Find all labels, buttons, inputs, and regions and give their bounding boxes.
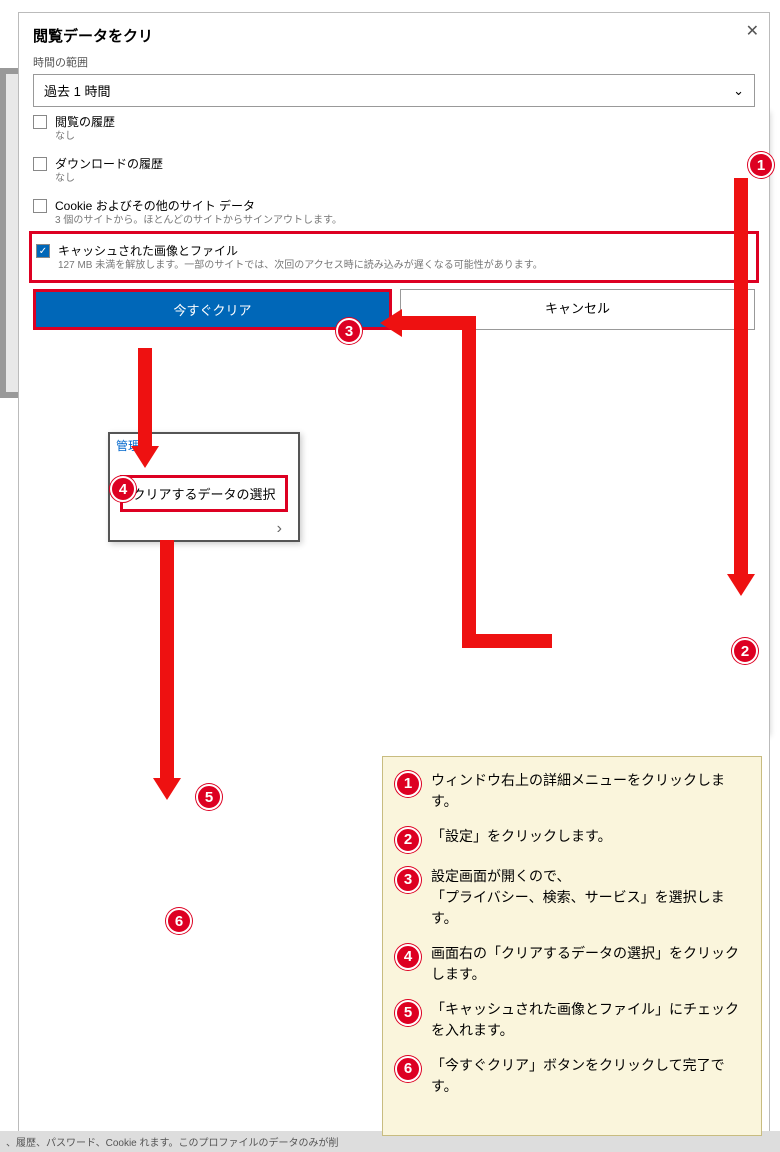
clear-data-option[interactable]: ✓キャッシュされた画像とファイル127 MB 未満を解放します。一部のサイトでは… xyxy=(36,236,320,278)
step-badge: 1 xyxy=(395,771,421,797)
overlay-badge-4: 4 xyxy=(110,476,136,502)
instruction-row: 1ウィンドウ右上の詳細メニューをクリックします。 xyxy=(395,771,749,813)
step-badge: 5 xyxy=(395,1000,421,1026)
instruction-row: 5「キャッシュされた画像とファイル」にチェックを入れます。 xyxy=(395,1000,749,1042)
time-range-label: 時間の範囲 xyxy=(33,68,320,70)
overlay-badge-3: 3 xyxy=(336,318,362,344)
checkbox[interactable] xyxy=(33,115,47,129)
clear-data-option[interactable]: 閲覧の履歴なし xyxy=(33,107,320,149)
step-badge: 3 xyxy=(395,867,421,893)
choose-data-button[interactable]: クリアするデータの選択 xyxy=(120,475,288,512)
clear-browsing-dialog: 閲覧データをクリ ✕ 時間の範囲 過去 1 時間⌄ 閲覧の履歴なしダウンロードの… xyxy=(0,68,320,398)
clear-now-button[interactable]: 今すぐクリア xyxy=(33,289,320,330)
overlay-badge-5: 5 xyxy=(196,784,222,810)
instruction-row: 4画面右の「クリアするデータの選択」をクリックします。 xyxy=(395,944,749,986)
overlay-badge-6: 6 xyxy=(166,908,192,934)
step-badge: 6 xyxy=(395,1056,421,1082)
checkbox[interactable] xyxy=(33,157,47,171)
checkbox[interactable]: ✓ xyxy=(36,244,50,258)
instruction-row: 6「今すぐクリア」ボタンをクリックして完了です。 xyxy=(395,1056,749,1098)
clear-data-option[interactable]: Cookie およびその他のサイト データ3 個のサイトから。ほとんどのサイトか… xyxy=(33,191,320,233)
overlay-badge-1: 1 xyxy=(748,152,774,178)
checkbox[interactable] xyxy=(33,199,47,213)
instruction-row: 2「設定」をクリックします。 xyxy=(395,827,749,853)
chevron-right-icon: › xyxy=(110,512,298,538)
instruction-row: 3設定画面が開くので、「プライバシー、検索、サービス」を選択します。 xyxy=(395,867,749,930)
step-badge: 4 xyxy=(395,944,421,970)
clear-data-option[interactable]: ダウンロードの履歴なし xyxy=(33,149,320,191)
instructions-panel: 1ウィンドウ右上の詳細メニューをクリックします。 2「設定」をクリックします。 3設… xyxy=(382,756,762,1136)
overlay-badge-2: 2 xyxy=(732,638,758,664)
step-badge: 2 xyxy=(395,827,421,853)
time-range-select[interactable]: 過去 1 時間⌄ xyxy=(33,74,320,107)
